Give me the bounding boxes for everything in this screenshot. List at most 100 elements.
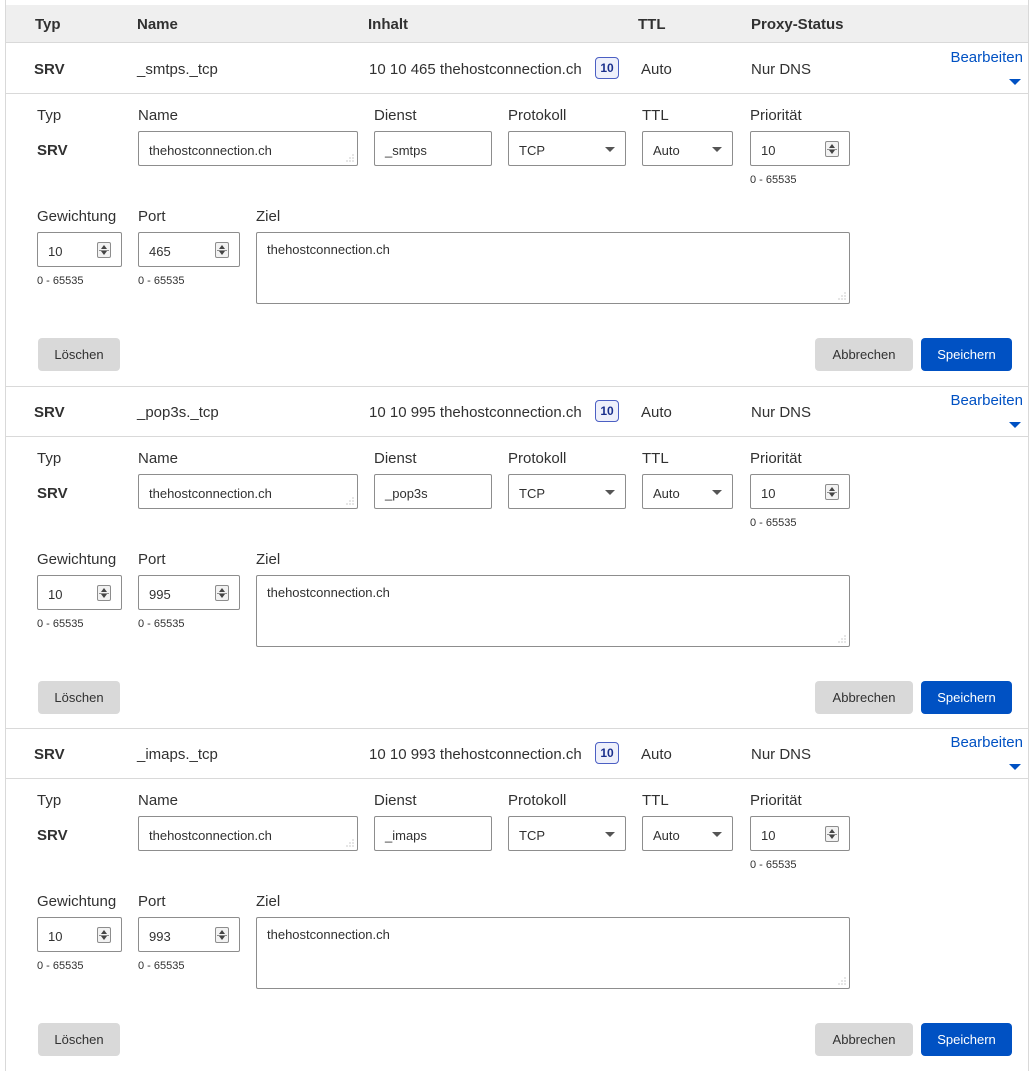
spinner-arrows-icon[interactable] [97, 927, 111, 943]
column-header-inhalt: Inhalt [368, 16, 408, 33]
label-dienst: Dienst [374, 107, 417, 124]
priority-stepper[interactable]: 10 [750, 816, 850, 851]
service-field[interactable]: _pop3s [374, 474, 492, 509]
form-record-type: SRV [37, 142, 68, 159]
edit-link[interactable]: Bearbeiten [950, 734, 1023, 751]
record-type: SRV [34, 61, 65, 78]
resize-handle-icon[interactable] [838, 977, 846, 985]
resize-handle-icon[interactable] [838, 292, 846, 300]
resize-handle-icon[interactable] [346, 497, 354, 505]
weight-stepper-value: 10 [48, 587, 63, 602]
chevron-down-icon[interactable] [1009, 422, 1021, 428]
record-priority-badge: 10 [595, 742, 619, 764]
protocol-select[interactable]: TCP [508, 131, 626, 166]
label-ziel: Ziel [256, 208, 281, 225]
save-button[interactable]: Speichern [921, 681, 1012, 714]
record-name: _pop3s._tcp [137, 404, 219, 421]
label-protokoll: Protokoll [508, 107, 567, 124]
spinner-arrows-icon[interactable] [97, 585, 111, 601]
column-header-ttl: TTL [638, 16, 666, 33]
name-field-value: thehostconnection.ch [149, 828, 272, 843]
dns-record: SRV _smtps._tcp 10 10 465 thehostconnect… [6, 44, 1028, 386]
target-textarea-value: thehostconnection.ch [267, 242, 390, 257]
spinner-arrows-icon[interactable] [825, 484, 839, 500]
edit-link[interactable]: Bearbeiten [950, 392, 1023, 409]
record-ttl: Auto [641, 404, 672, 421]
name-field[interactable]: thehostconnection.ch [138, 816, 358, 851]
record-priority-badge: 10 [595, 57, 619, 79]
priority-stepper-value: 10 [761, 143, 776, 158]
ttl-select-value: Auto [653, 143, 680, 158]
weight-stepper[interactable]: 10 [37, 917, 122, 952]
column-header-name: Name [137, 16, 178, 33]
save-button[interactable]: Speichern [921, 338, 1012, 371]
port-stepper-value: 993 [149, 929, 171, 944]
port-range-hint: 0 - 65535 [138, 618, 185, 630]
label-port: Port [138, 208, 166, 225]
ttl-select[interactable]: Auto [642, 474, 733, 509]
spinner-arrows-icon[interactable] [825, 141, 839, 157]
label-prioritaet: Priorität [750, 792, 802, 809]
priority-stepper[interactable]: 10 [750, 131, 850, 166]
label-prioritaet: Priorität [750, 450, 802, 467]
weight-range-hint: 0 - 65535 [37, 275, 84, 287]
label-ttl: TTL [642, 792, 669, 809]
label-protokoll: Protokoll [508, 450, 567, 467]
delete-button[interactable]: Löschen [38, 1023, 120, 1056]
delete-button[interactable]: Löschen [38, 338, 120, 371]
weight-range-hint: 0 - 65535 [37, 960, 84, 972]
target-textarea[interactable]: thehostconnection.ch [256, 575, 850, 647]
protocol-select[interactable]: TCP [508, 474, 626, 509]
spinner-arrows-icon[interactable] [97, 242, 111, 258]
dropdown-arrow-icon [605, 490, 615, 495]
service-field[interactable]: _imaps [374, 816, 492, 851]
spinner-arrows-icon[interactable] [215, 585, 229, 601]
label-protokoll: Protokoll [508, 792, 567, 809]
ttl-select[interactable]: Auto [642, 131, 733, 166]
form-record-type: SRV [37, 485, 68, 502]
spinner-arrows-icon[interactable] [825, 826, 839, 842]
priority-stepper[interactable]: 10 [750, 474, 850, 509]
record-ttl: Auto [641, 61, 672, 78]
record-summary-row[interactable]: SRV _smtps._tcp 10 10 465 thehostconnect… [6, 44, 1028, 94]
dropdown-arrow-icon [712, 832, 722, 837]
edit-link[interactable]: Bearbeiten [950, 49, 1023, 66]
label-name: Name [138, 107, 179, 124]
cancel-button[interactable]: Abbrechen [815, 681, 913, 714]
resize-handle-icon[interactable] [346, 839, 354, 847]
cancel-button[interactable]: Abbrechen [815, 1023, 913, 1056]
delete-button[interactable]: Löschen [38, 681, 120, 714]
name-field[interactable]: thehostconnection.ch [138, 474, 358, 509]
table-header: Typ Name Inhalt TTL Proxy-Status [6, 5, 1028, 43]
service-field[interactable]: _smtps [374, 131, 492, 166]
weight-stepper-value: 10 [48, 244, 63, 259]
port-stepper[interactable]: 993 [138, 917, 240, 952]
ttl-select[interactable]: Auto [642, 816, 733, 851]
port-stepper[interactable]: 465 [138, 232, 240, 267]
target-textarea[interactable]: thehostconnection.ch [256, 917, 850, 989]
chevron-down-icon[interactable] [1009, 764, 1021, 770]
name-field[interactable]: thehostconnection.ch [138, 131, 358, 166]
service-field-value: _imaps [385, 828, 427, 843]
label-ttl: TTL [642, 107, 669, 124]
record-type: SRV [34, 404, 65, 421]
port-stepper[interactable]: 995 [138, 575, 240, 610]
chevron-down-icon[interactable] [1009, 79, 1021, 85]
dropdown-arrow-icon [712, 490, 722, 495]
record-ttl: Auto [641, 746, 672, 763]
spinner-arrows-icon[interactable] [215, 242, 229, 258]
weight-stepper[interactable]: 10 [37, 575, 122, 610]
weight-stepper[interactable]: 10 [37, 232, 122, 267]
record-summary-row[interactable]: SRV _imaps._tcp 10 10 993 thehostconnect… [6, 729, 1028, 779]
cancel-button[interactable]: Abbrechen [815, 338, 913, 371]
resize-handle-icon[interactable] [346, 154, 354, 162]
spinner-arrows-icon[interactable] [215, 927, 229, 943]
target-textarea[interactable]: thehostconnection.ch [256, 232, 850, 304]
save-button[interactable]: Speichern [921, 1023, 1012, 1056]
port-stepper-value: 465 [149, 244, 171, 259]
record-summary-row[interactable]: SRV _pop3s._tcp 10 10 995 thehostconnect… [6, 387, 1028, 437]
resize-handle-icon[interactable] [838, 635, 846, 643]
dropdown-arrow-icon [605, 832, 615, 837]
protocol-select[interactable]: TCP [508, 816, 626, 851]
ttl-select-value: Auto [653, 486, 680, 501]
